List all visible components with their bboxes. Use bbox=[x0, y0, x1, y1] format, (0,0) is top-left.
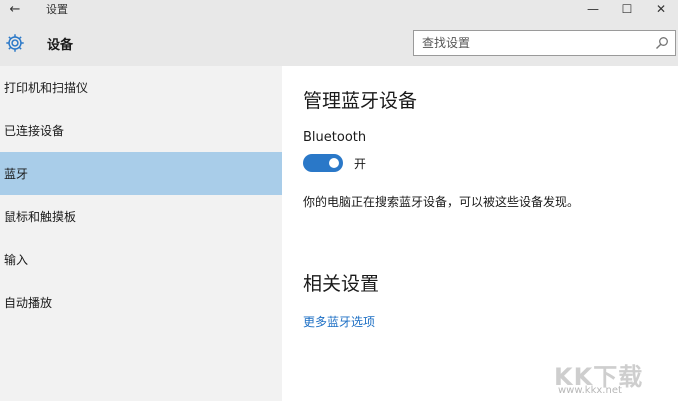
sidebar-item-label: 自动播放 bbox=[4, 296, 53, 310]
title-bar: ← 设置 — ☐ ✕ bbox=[0, 0, 678, 18]
discovery-description: 你的电脑正在搜索蓝牙设备，可以被这些设备发现。 bbox=[303, 195, 580, 209]
window-title: 设置 bbox=[46, 3, 68, 16]
minimize-button[interactable]: — bbox=[576, 0, 610, 18]
header: 设备 bbox=[0, 18, 678, 66]
sidebar-item-bluetooth[interactable]: 蓝牙 bbox=[0, 152, 282, 195]
gear-icon bbox=[6, 34, 24, 52]
sidebar-item-typing[interactable]: 输入 bbox=[0, 238, 282, 281]
main-content: 管理蓝牙设备 Bluetooth 开 你的电脑正在搜索蓝牙设备，可以被这些设备发… bbox=[282, 66, 678, 401]
section-title-related-settings: 相关设置 bbox=[303, 273, 380, 295]
sidebar-item-label: 鼠标和触摸板 bbox=[4, 210, 77, 224]
page-title: 设备 bbox=[47, 38, 74, 53]
sidebar-item-label: 输入 bbox=[4, 253, 29, 267]
sidebar-item-connected-devices[interactable]: 已连接设备 bbox=[0, 109, 282, 152]
window-controls: — ☐ ✕ bbox=[576, 0, 678, 18]
maximize-icon: ☐ bbox=[621, 2, 633, 16]
search-icon[interactable] bbox=[655, 36, 669, 50]
sidebar-item-mouse-touchpad[interactable]: 鼠标和触摸板 bbox=[0, 195, 282, 238]
watermark-url: www.kkx.net bbox=[558, 385, 622, 396]
close-button[interactable]: ✕ bbox=[644, 0, 678, 18]
sidebar-item-label: 已连接设备 bbox=[4, 124, 65, 138]
maximize-button[interactable]: ☐ bbox=[610, 0, 644, 18]
sidebar-item-label: 蓝牙 bbox=[4, 167, 29, 181]
sidebar-item-printers[interactable]: 打印机和扫描仪 bbox=[0, 66, 282, 109]
section-title-manage-bluetooth: 管理蓝牙设备 bbox=[303, 90, 418, 112]
back-arrow-icon: ← bbox=[9, 1, 21, 17]
minimize-icon: — bbox=[587, 2, 599, 16]
toggle-knob bbox=[329, 158, 339, 168]
toggle-state-label: 开 bbox=[354, 157, 367, 171]
watermark: KK下载 www.kkx.net bbox=[550, 357, 670, 397]
search-input[interactable] bbox=[422, 34, 642, 52]
more-bluetooth-options-link[interactable]: 更多蓝牙选项 bbox=[303, 313, 375, 330]
sidebar: 打印机和扫描仪 已连接设备 蓝牙 鼠标和触摸板 输入 自动播放 bbox=[0, 66, 282, 401]
sidebar-item-autoplay[interactable]: 自动播放 bbox=[0, 281, 282, 324]
close-icon: ✕ bbox=[655, 2, 667, 16]
bluetooth-toggle[interactable] bbox=[303, 154, 343, 172]
bluetooth-label: Bluetooth bbox=[303, 130, 367, 145]
back-button[interactable]: ← bbox=[0, 0, 30, 18]
search-box[interactable] bbox=[413, 30, 676, 56]
sidebar-item-label: 打印机和扫描仪 bbox=[4, 81, 89, 95]
